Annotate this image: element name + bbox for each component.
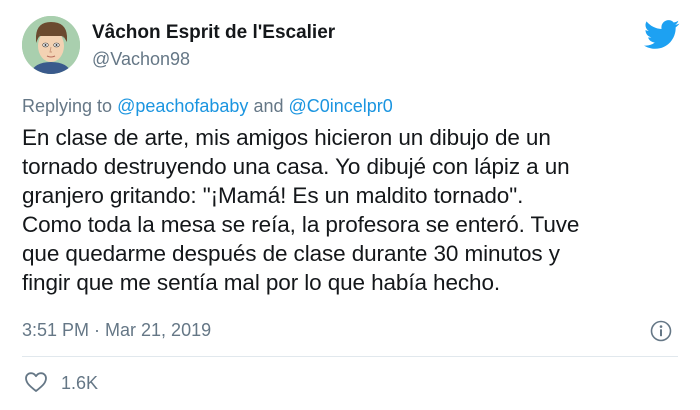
mention-link[interactable]: @peachofababy <box>117 96 248 116</box>
tweet-text: En clase de arte, mis amigos hicieron un… <box>22 125 580 295</box>
info-icon[interactable] <box>650 320 672 342</box>
like-count[interactable]: 1.6K <box>61 373 98 394</box>
user-handle[interactable]: @Vachon98 <box>92 49 190 70</box>
reply-prefix: Replying to <box>22 96 118 116</box>
reply-context: Replying to @peachofababy and @C0incelpr… <box>22 96 393 117</box>
display-name[interactable]: Vâchon Esprit de l'Escalier <box>92 22 335 44</box>
twitter-bird-icon[interactable] <box>644 20 680 50</box>
divider <box>22 356 678 357</box>
reply-connector: and <box>248 96 289 116</box>
tweet-card: Vâchon Esprit de l'Escalier @Vachon98 Re… <box>0 0 700 410</box>
tweet-timestamp[interactable]: 3:51 PM · Mar 21, 2019 <box>22 320 211 341</box>
avatar[interactable] <box>22 16 80 74</box>
heart-icon[interactable] <box>24 371 48 393</box>
mention-link[interactable]: @C0incelpr0 <box>288 96 392 116</box>
